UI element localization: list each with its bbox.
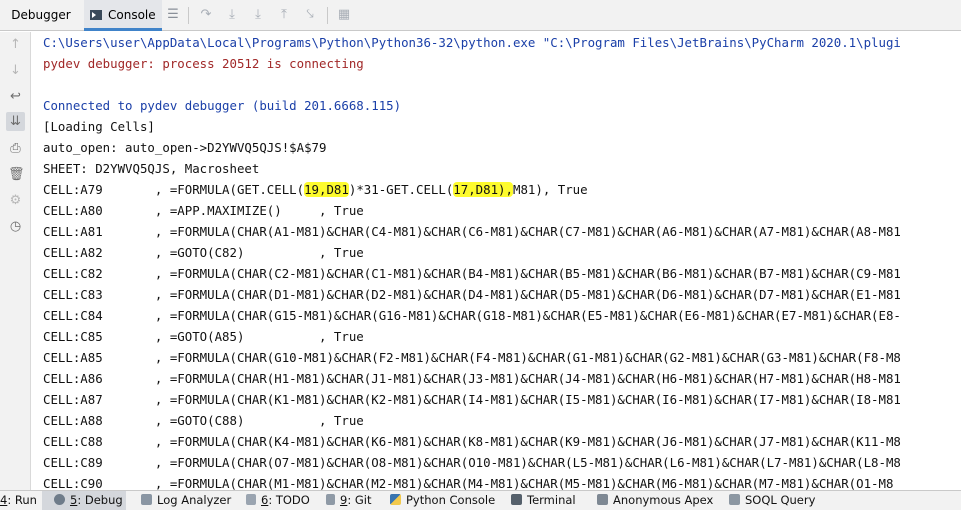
console-line-highlighted: CELL:A79 , =FORMULA(GET.CELL(19,D81)*31-… bbox=[43, 179, 588, 200]
console-line: CELL:C89 , =FORMULA(CHAR(O7-M81)&CHAR(O8… bbox=[43, 455, 901, 470]
tab-console[interactable]: Console bbox=[84, 0, 162, 31]
tab-terminal-label: Terminal bbox=[527, 493, 576, 507]
trash-icon[interactable]: 🗑 bbox=[8, 167, 25, 182]
line-segment: M81), True bbox=[512, 182, 588, 197]
tab-anonymous-apex-label: Anonymous Apex bbox=[613, 493, 714, 507]
console-line: CELL:C90 , =FORMULA(CHAR(M1-M81)&CHAR(M2… bbox=[43, 476, 894, 490]
apex-icon bbox=[597, 494, 608, 505]
line-segment: )*31-GET.CELL( bbox=[348, 182, 454, 197]
console-icon bbox=[90, 10, 102, 20]
console-line: CELL:C83 , =FORMULA(CHAR(D1-M81)&CHAR(D2… bbox=[43, 287, 901, 302]
console-line: pydev debugger: process 20512 is connect… bbox=[43, 56, 364, 71]
bug-icon bbox=[54, 494, 65, 505]
tab-log-analyzer-label: Log Analyzer bbox=[157, 493, 232, 507]
console-line: CELL:C88 , =FORMULA(CHAR(K4-M81)&CHAR(K6… bbox=[43, 434, 901, 449]
console-line: CELL:A81 , =FORMULA(CHAR(A1-M81)&CHAR(C4… bbox=[43, 224, 901, 239]
terminal-icon bbox=[511, 494, 522, 505]
console-line: CELL:A86 , =FORMULA(CHAR(H1-M81)&CHAR(J1… bbox=[43, 371, 901, 386]
tab-soql-query-label: SOQL Query bbox=[745, 493, 816, 507]
highlight-19-d81: 19,D81 bbox=[304, 182, 349, 197]
tab-todo[interactable]: 6: TODO bbox=[246, 491, 316, 510]
console-line: CELL:A82 , =GOTO(C82) , True bbox=[43, 245, 364, 260]
console-side-toolbar: ↑ ↓ ↩ ⇊ ⎙ 🗑 ⚙ ◷ bbox=[0, 32, 31, 490]
step-out-icon[interactable]: ⤒ bbox=[277, 8, 291, 22]
soft-wrap-icon[interactable]: ↩ bbox=[8, 89, 23, 104]
tab-python-console[interactable]: Python Console bbox=[390, 491, 500, 510]
console-line: CELL:A88 , =GOTO(C88) , True bbox=[43, 413, 364, 428]
console-line: C:\Users\user\AppData\Local\Programs\Pyt… bbox=[43, 35, 901, 50]
console-line: Connected to pydev debugger (build 201.6… bbox=[43, 98, 402, 113]
tab-debug[interactable]: 5: Debug bbox=[42, 491, 126, 510]
git-branch-icon bbox=[326, 494, 335, 505]
tab-terminal[interactable]: Terminal bbox=[511, 491, 586, 510]
console-line: CELL:A87 , =FORMULA(CHAR(K1-M81)&CHAR(K2… bbox=[43, 392, 901, 407]
console-line: SHEET: D2YWVQ5QJS, Macrosheet bbox=[43, 161, 260, 176]
scroll-to-end-icon[interactable]: ⇊ bbox=[6, 112, 25, 131]
log-analyzer-icon bbox=[141, 494, 152, 505]
step-over-icon[interactable]: ↷ bbox=[199, 8, 213, 22]
toolbar-separator bbox=[188, 7, 189, 24]
soql-icon bbox=[729, 494, 740, 505]
todo-list-icon bbox=[246, 494, 256, 505]
scroll-down-icon[interactable]: ↓ bbox=[8, 63, 23, 78]
tool-window-header: Debugger Console ☰ ↷ ⤓ ⤓ ⤒ ⤥ ▦ bbox=[0, 0, 961, 31]
tab-soql-query[interactable]: SOQL Query bbox=[729, 491, 829, 510]
tab-git-label: : Git bbox=[347, 493, 372, 507]
console-line: CELL:C84 , =FORMULA(CHAR(G15-M81)&CHAR(G… bbox=[43, 308, 901, 323]
python-icon bbox=[390, 494, 401, 505]
console-line: auto_open: auto_open->D2YWVQ5QJS!$A$79 bbox=[43, 140, 327, 155]
tab-debugger[interactable]: Debugger bbox=[4, 0, 78, 31]
settings-cluster-icon[interactable]: ⚙ bbox=[8, 193, 23, 208]
tab-python-console-label: Python Console bbox=[406, 493, 496, 507]
tab-anonymous-apex[interactable]: Anonymous Apex bbox=[597, 491, 714, 510]
console-line: CELL:C85 , =GOTO(A85) , True bbox=[43, 329, 364, 344]
tab-todo-label: : TODO bbox=[268, 493, 310, 507]
console-output[interactable]: C:\Users\user\AppData\Local\Programs\Pyt… bbox=[32, 32, 961, 490]
tab-run[interactable]: 4: Run bbox=[0, 491, 40, 510]
toolbar-separator bbox=[327, 7, 328, 24]
evaluate-table-icon[interactable]: ▦ bbox=[337, 8, 351, 22]
highlight-17-d81: 17,D81), bbox=[453, 182, 513, 197]
force-step-into-icon[interactable]: ⤓ bbox=[251, 8, 265, 22]
console-line: CELL:A85 , =FORMULA(CHAR(G10-M81)&CHAR(F… bbox=[43, 350, 901, 365]
tab-log-analyzer[interactable]: Log Analyzer bbox=[141, 491, 241, 510]
print-icon[interactable]: ⎙ bbox=[8, 141, 23, 156]
tab-console-label: Console bbox=[108, 8, 156, 22]
console-line: [Loading Cells] bbox=[43, 119, 155, 134]
tab-debug-label: : Debug bbox=[77, 493, 123, 507]
step-into-icon[interactable]: ⤓ bbox=[225, 8, 239, 22]
tool-window-bar: 4: Run 5: Debug Log Analyzer 6: TODO 9: … bbox=[0, 490, 961, 510]
tab-run-label: : Run bbox=[7, 493, 37, 507]
line-segment: CELL:A79 , =FORMULA(GET.CELL( bbox=[43, 182, 305, 197]
tab-git[interactable]: 9: Git bbox=[326, 491, 376, 510]
run-to-cursor-icon[interactable]: ⤥ bbox=[303, 8, 317, 22]
console-line: CELL:C82 , =FORMULA(CHAR(C2-M81)&CHAR(C1… bbox=[43, 266, 901, 281]
console-line: CELL:A80 , =APP.MAXIMIZE() , True bbox=[43, 203, 364, 218]
history-clock-icon[interactable]: ◷ bbox=[8, 219, 23, 234]
hamburger-icon[interactable]: ☰ bbox=[166, 8, 180, 22]
scroll-up-icon[interactable]: ↑ bbox=[8, 37, 23, 52]
